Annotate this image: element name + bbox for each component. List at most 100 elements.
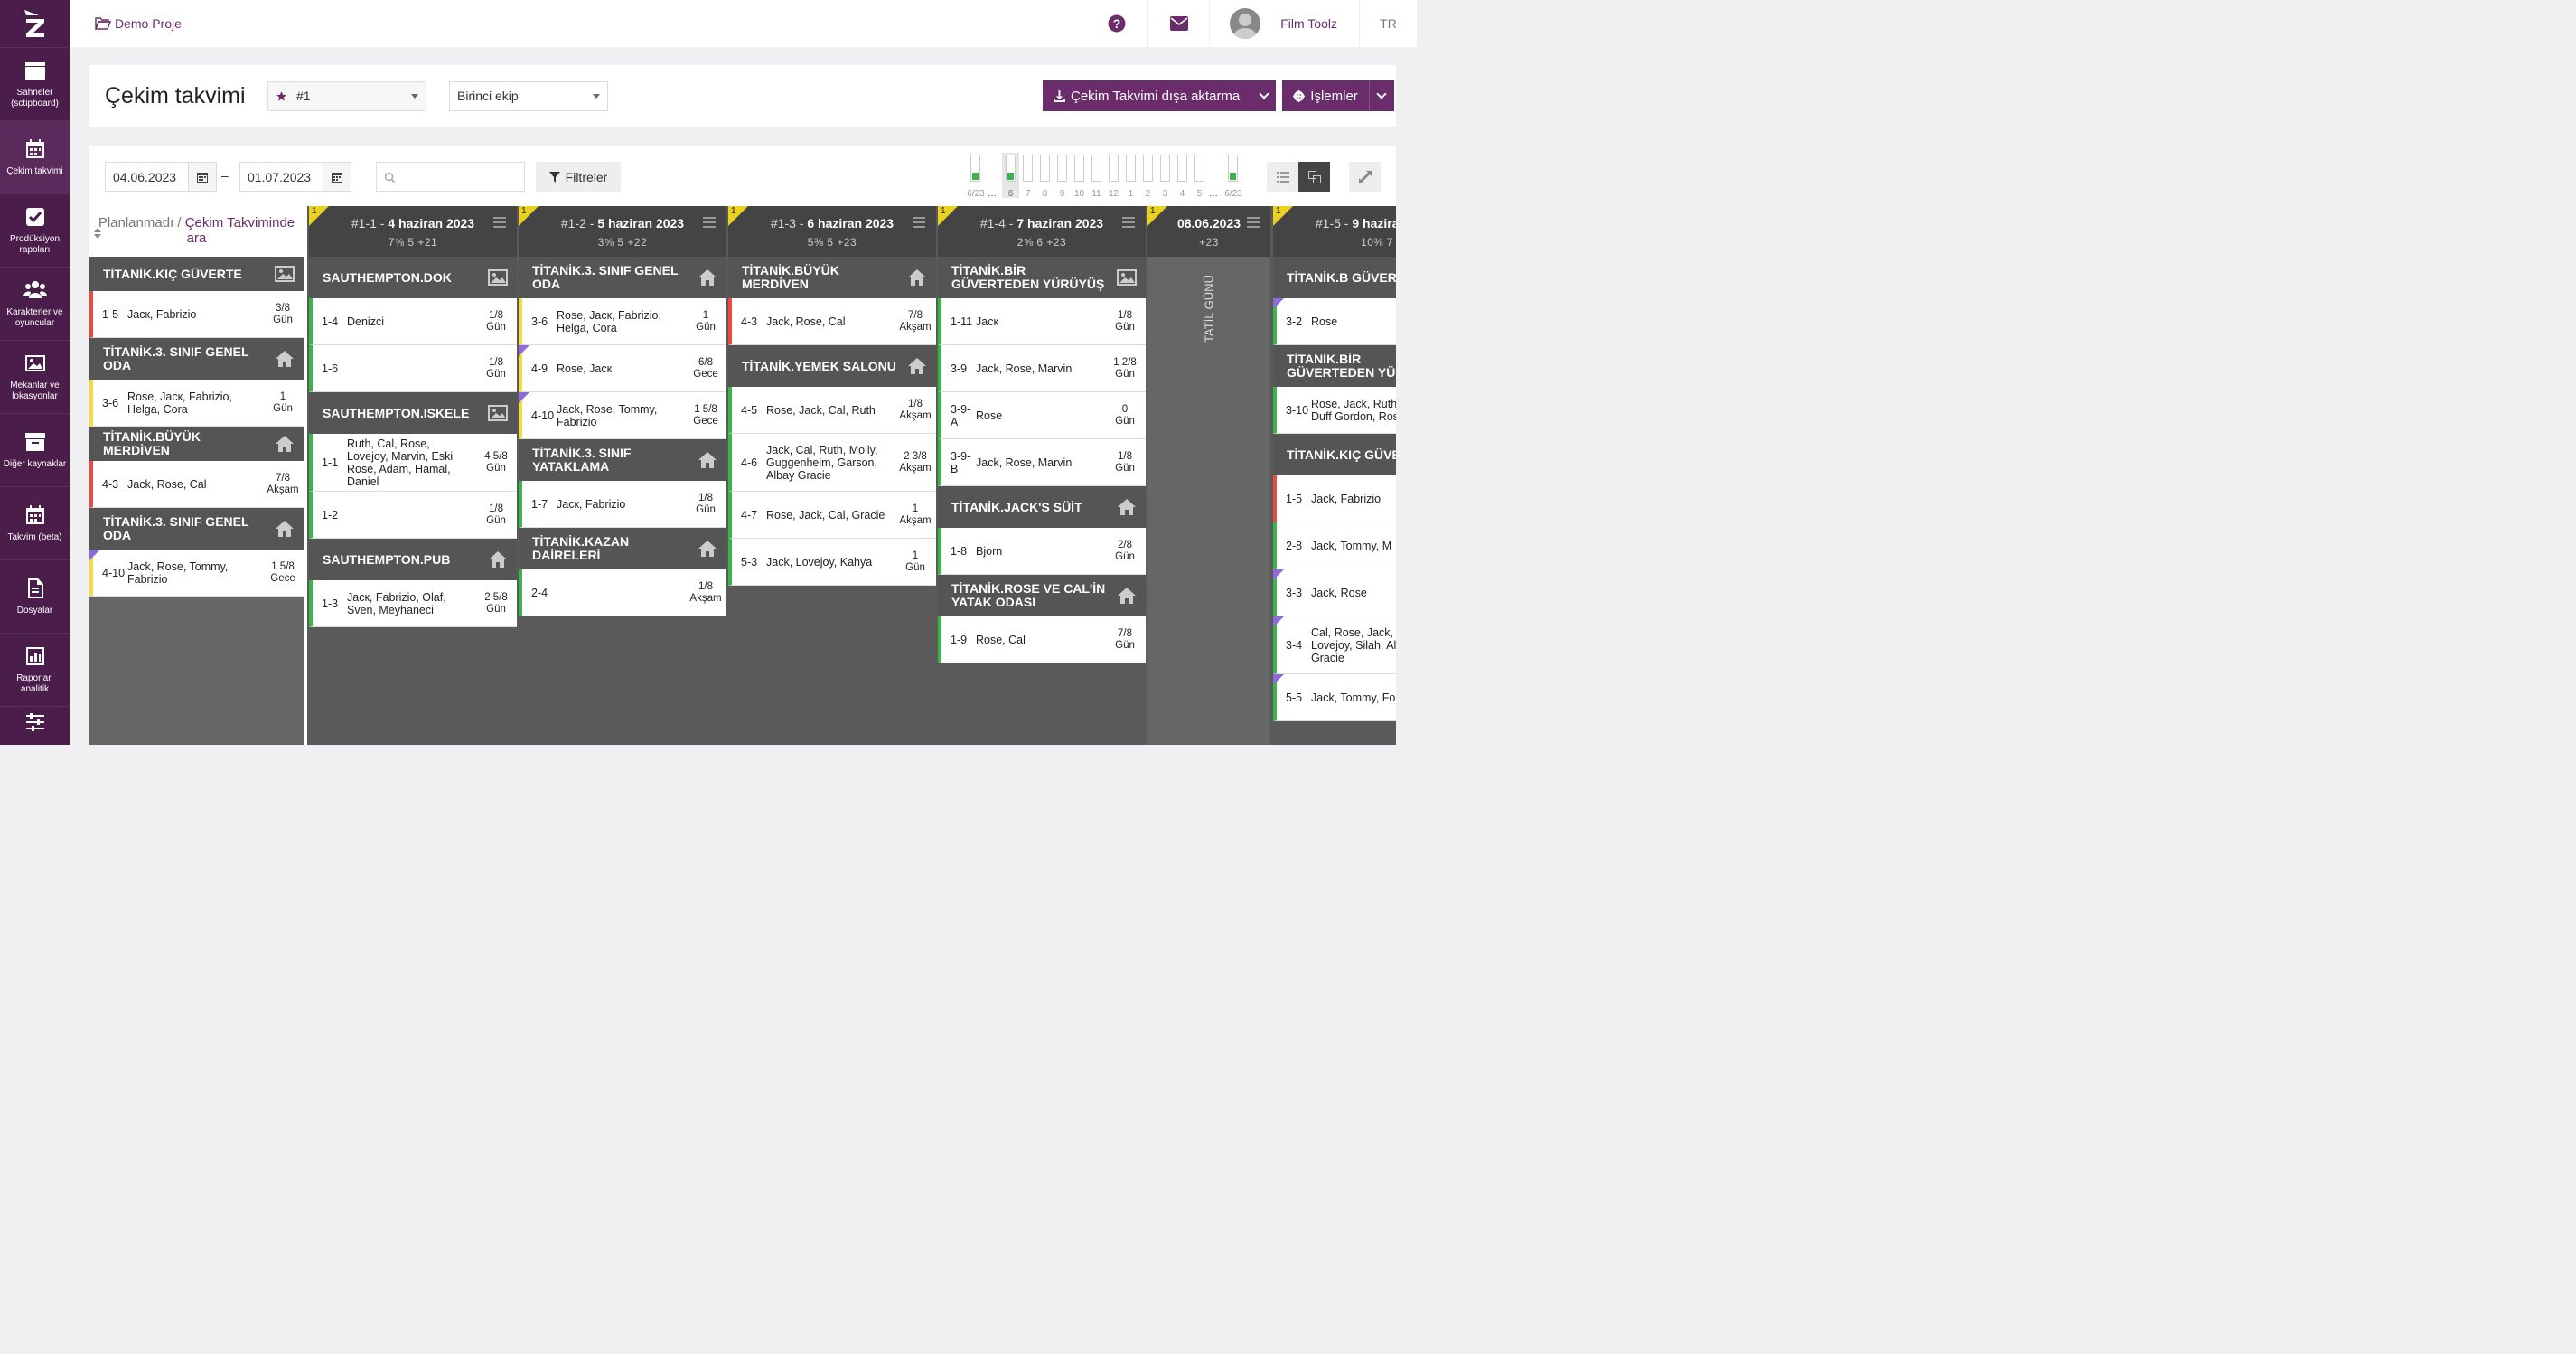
fullscreen-button[interactable]	[1349, 162, 1381, 192]
scene-card[interactable]: 3-6 Rose, Jacк, Fabrizio, Helga, Cora 1 Gün	[89, 380, 304, 427]
language-switch[interactable]: TR	[1359, 0, 1417, 47]
scene-card[interactable]: 2-4 1/8 Akşam	[519, 569, 726, 616]
set-header[interactable]: SAUTHEMPTON.ISKELE	[309, 392, 517, 434]
set-header[interactable]: TİTANİK.B GÜVERTE	[1273, 257, 1396, 298]
scene-card[interactable]: 1-3 Jacк, Fabrizio, Olaf, Sven, Meyhaneci…	[309, 580, 517, 627]
filters-button[interactable]: Filtreler	[536, 162, 621, 192]
scene-card[interactable]: 4-9 Rose, Jacк 6/8 Gece	[519, 345, 726, 392]
set-header[interactable]: TİTANİK.JACK'S SÜİT	[938, 486, 1146, 528]
calendar-icon[interactable]	[323, 163, 351, 191]
sidebar-item-settings[interactable]	[0, 706, 70, 742]
team-select[interactable]: Birinci ekip	[449, 80, 608, 111]
sidebar-item-characters[interactable]: Karakterler ve oyuncular	[0, 267, 70, 340]
scene-card[interactable]: 4-7 Rose, Jack, Cal, Gracie 1 Akşam	[728, 492, 936, 539]
schedule-select[interactable]: #1	[267, 80, 426, 111]
scene-card[interactable]: 1-7 Jacк, Fabrizio 1/8 Gün	[519, 481, 726, 528]
day-menu-icon[interactable]	[493, 217, 506, 230]
scene-card[interactable]: 3-3 Jack, Rose	[1273, 569, 1396, 616]
sidebar-item-locations[interactable]: Mekanlar ve lokasyonlar	[0, 340, 70, 413]
scene-card[interactable]: 3-2 Rose	[1273, 298, 1396, 345]
scene-card[interactable]: 4-10 Jack, Rose, Tommy, Fabrizio 1 5/8 Gece	[89, 550, 304, 597]
day-header[interactable]: 1 #1-3 - 6 haziran 2023 5⅜ 5 +23	[728, 206, 936, 257]
day-menu-icon[interactable]	[913, 217, 925, 230]
scene-card[interactable]: 1-5 Jack, Fabrizio	[1273, 475, 1396, 522]
help-button[interactable]: ?	[1086, 0, 1147, 47]
scene-card[interactable]: 4-5 Rose, Jack, Cal, Ruth 1/8 Akşam	[728, 387, 936, 434]
scene-card[interactable]: 3-9 Jack, Rose, Marvin 1 2/8 Gün	[938, 345, 1146, 392]
set-header[interactable]: TİTANİK.3. SINIF GENEL ODA	[89, 508, 304, 550]
sort-icon[interactable]	[94, 228, 101, 239]
scene-card[interactable]: 3-4 Cal, Rose, Jack, e, Lovejoy, Silah, A…	[1273, 616, 1396, 674]
set-header[interactable]: TİTANİK.BİR GÜVERTEDEN YÜRÜYÜŞ	[1273, 345, 1396, 387]
set-header[interactable]: TİTANİK.BÜYÜK MERDİVEN	[728, 257, 936, 298]
actions-button[interactable]: İşlemler	[1282, 80, 1369, 111]
day-header[interactable]: 1 08.06.2023 +23	[1147, 206, 1270, 257]
set-header[interactable]: TİTANİK.BİR GÜVERTEDEN YÜRÜYÜŞ	[938, 257, 1146, 298]
day-header[interactable]: 1 #1-4 - 7 haziran 2023 2⅝ 6 +23	[938, 206, 1146, 257]
search-input[interactable]	[376, 162, 525, 192]
list-view-button[interactable]	[1267, 162, 1298, 192]
scene-duration: 7/8 Akşam	[262, 473, 304, 496]
set-header[interactable]: SAUTHEMPTON.DOK	[309, 257, 517, 298]
scene-card[interactable]: 1-4 Denizci 1/8 Gün	[309, 298, 517, 345]
day-menu-icon[interactable]	[1247, 217, 1260, 230]
board-view-button[interactable]	[1298, 162, 1330, 192]
sidebar-item-analytics[interactable]: Raporlar, analitik	[0, 633, 70, 706]
set-header[interactable]: TİTANİK.YEMEK SALONU	[728, 345, 936, 387]
mini-timeline[interactable]: 6/23 … 6 7 8 9 10 11 12 1 2 3 4 5 … 6/23	[964, 153, 1246, 200]
set-header[interactable]: TİTANİK.KAZAN DAİRELERİ	[519, 528, 726, 569]
date-from-field[interactable]: 04.06.2023	[105, 162, 217, 192]
scene-card[interactable]: 4-10 Jack, Rose, Tommy, Fabrizio 1 5/8 Gece	[519, 392, 726, 439]
scene-card[interactable]: 1-5 Jacк, Fabrizio 3/8 Gün	[89, 291, 304, 338]
timeline-day: 3	[1162, 189, 1168, 199]
set-header[interactable]: TİTANİK.BÜYÜK MERDİVEN	[89, 427, 304, 461]
scene-card[interactable]: 3-10Rose, Jack, Ruth, di Duff Gordon, Ro…	[1273, 387, 1396, 434]
export-button[interactable]: Çekim Takvimi dışa aktarma	[1043, 80, 1251, 111]
date-to-field[interactable]: 01.07.2023	[239, 162, 351, 192]
scene-card[interactable]: 1-1 Ruth, Cal, Rose, Lovejoy, Marvin, Esk…	[309, 434, 517, 492]
day-header[interactable]: 1 #1-5 - 9 haziran 2023 10⅜ 7	[1273, 206, 1396, 257]
set-header[interactable]: TİTANİK.3. SINIF GENEL ODA	[89, 338, 304, 380]
sidebar-item-resources[interactable]: Diğer kaynaklar	[0, 413, 70, 486]
sidebar-item-calendar-beta[interactable]: Takvim (beta)	[0, 486, 70, 559]
scene-card[interactable]: 4-3 Jack, Rose, Cal 7/8 Akşam	[728, 298, 936, 345]
search-in-schedule-link[interactable]: Çekim Takviminde ara	[185, 215, 295, 246]
messages-button[interactable]	[1147, 0, 1209, 47]
scene-card[interactable]: 3-6 Rose, Jacк, Fabrizio, Helga, Cora 1 Gün	[519, 298, 726, 345]
scene-card[interactable]: 2-8 Jack, Tommy, M	[1273, 522, 1396, 569]
set-header[interactable]: TİTANİK.KIÇ GÜVERTE	[1273, 434, 1396, 475]
export-dropdown-toggle[interactable]	[1251, 80, 1276, 111]
scene-card[interactable]: 1-9 Rose, Cal 7/8 Gün	[938, 616, 1146, 663]
day-columns: 1 #1-1 - 4 haziran 2023 7⅝ 5 +21 SAUTHEMPTO…	[307, 206, 1396, 745]
scene-card[interactable]: 3-9-A Rose 0 Gün	[938, 392, 1146, 439]
sidebar-item-schedule[interactable]: Çekim takvimi	[0, 120, 70, 193]
scene-card[interactable]: 4-3 Jack, Rose, Cal 7/8 Akşam	[89, 461, 304, 508]
scene-card[interactable]: 4-6 Jack, Cal, Ruth, Molly, Guggenheim, G…	[728, 434, 936, 492]
scene-card[interactable]: 5-3 Jack, Lovejoy, Kahya 1 Gün	[728, 539, 936, 586]
scene-card[interactable]: 1-8 Bjorn 2/8 Gün	[938, 528, 1146, 575]
sidebar-item-files[interactable]: Dosyalar	[0, 559, 70, 633]
scene-card[interactable]: 1-6 1/8 Gün	[309, 345, 517, 392]
scene-card[interactable]: 5-5 Jack, Tommy, Fo	[1273, 674, 1396, 721]
scene-card[interactable]: 1-11 Jacк 1/8 Gün	[938, 298, 1146, 345]
set-header[interactable]: TİTANİK.KIÇ GÜVERTE	[89, 257, 304, 291]
timeline-day: 12	[1108, 189, 1119, 199]
day-header[interactable]: 1 #1-2 - 5 haziran 2023 3⅝ 5 +22	[519, 206, 726, 257]
actions-dropdown-toggle[interactable]	[1368, 80, 1394, 111]
set-header[interactable]: TİTANİK.3. SINIF YATAKLAMA	[519, 439, 726, 481]
calendar-icon[interactable]	[188, 163, 216, 191]
sidebar-item-scenes[interactable]: Sahneler (sctipboard)	[0, 47, 70, 120]
set-header[interactable]: SAUTHEMPTON.PUB	[309, 539, 517, 580]
set-header[interactable]: TİTANİK.3. SINIF GENEL ODA	[519, 257, 726, 298]
user-menu[interactable]: Film Toolz	[1209, 0, 1359, 47]
scene-card[interactable]: 1-2 1/8 Gün	[309, 492, 517, 539]
day-header[interactable]: 1 #1-1 - 4 haziran 2023 7⅝ 5 +21	[309, 206, 517, 257]
sidebar-item-reports[interactable]: Prodüksiyon rapoları	[0, 193, 70, 267]
scene-time: Gün	[1115, 462, 1135, 474]
app-logo[interactable]	[0, 0, 70, 47]
scene-card[interactable]: 3-9-B Jack, Rose, Marvin 1/8 Gün	[938, 439, 1146, 486]
set-header[interactable]: TİTANİK.ROSE VE CAL'İN YATAK ODASI	[938, 575, 1146, 616]
project-link[interactable]: Demo Proje	[95, 16, 182, 31]
day-menu-icon[interactable]	[703, 217, 716, 230]
day-menu-icon[interactable]	[1122, 217, 1135, 230]
